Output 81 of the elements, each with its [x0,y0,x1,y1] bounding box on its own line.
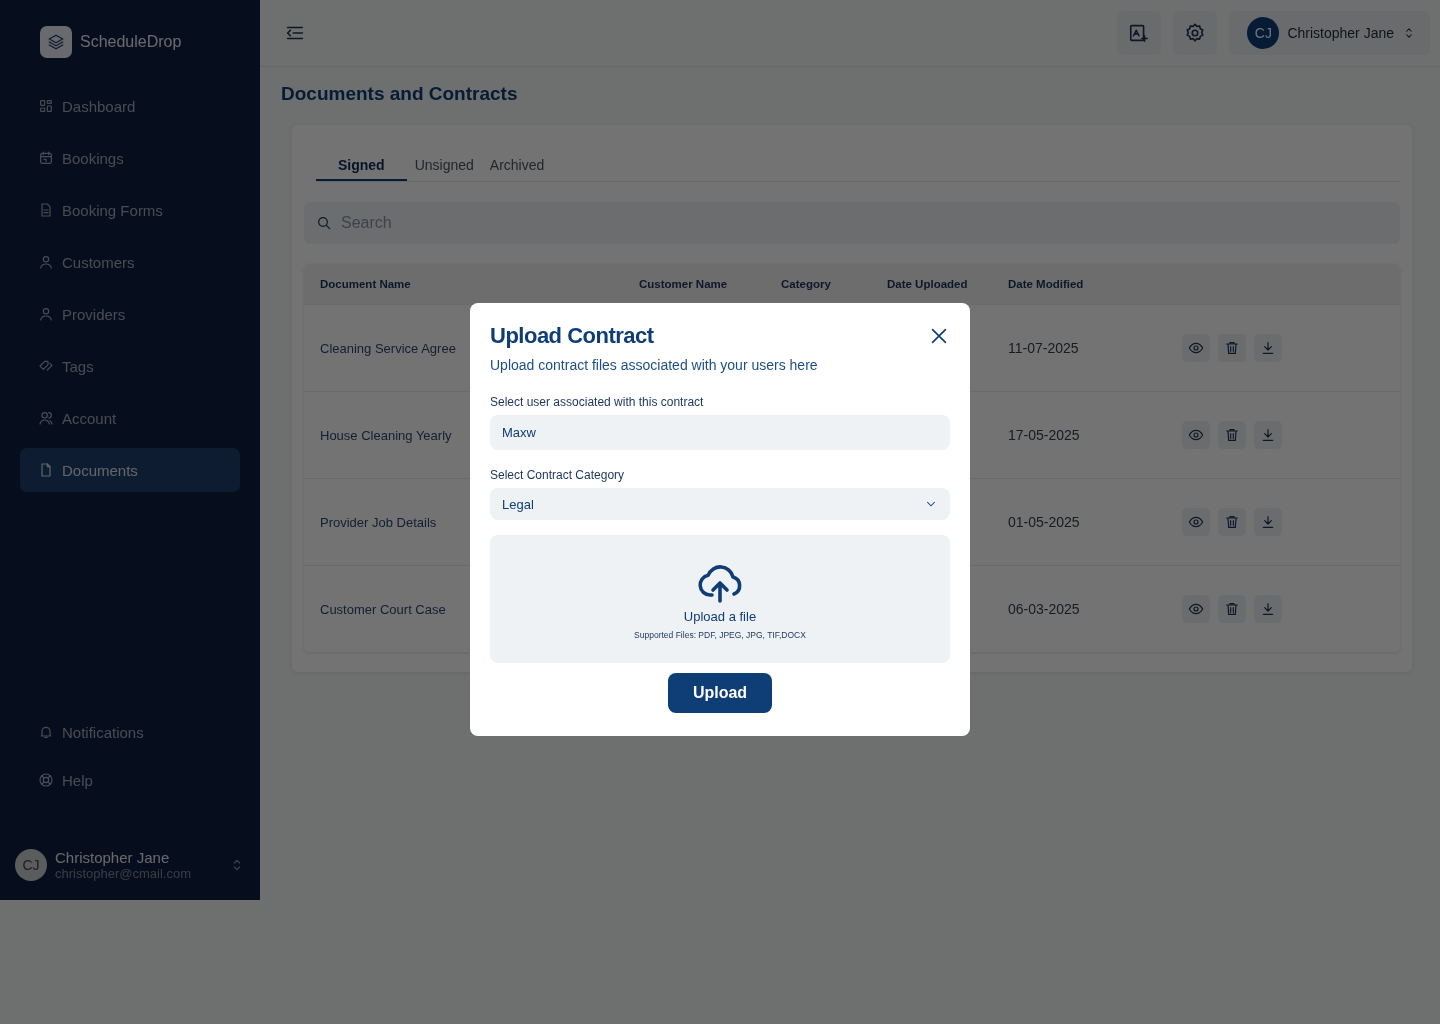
calendar-icon [38,150,54,166]
sidebar-item[interactable]: Bookings [20,136,240,180]
field-label: Select user associated with this contract [490,395,705,409]
download-button[interactable] [1254,334,1282,362]
delete-button[interactable] [1218,508,1246,536]
app-name: ScheduleDrop [80,33,182,51]
eye-icon [1188,514,1204,530]
dialog-title: Upload Contract [490,323,654,349]
user-name: Christopher Jane [1287,25,1394,41]
lifebuoy-icon [38,772,54,788]
delete-button[interactable] [1218,595,1246,623]
sidebar-item[interactable]: Documents [20,448,240,492]
bell-icon [38,724,54,740]
download-button[interactable] [1254,595,1282,623]
sidebar-item[interactable]: Booking Forms [20,188,240,232]
dialog-subtitle: Upload contract files associated with your users here [490,357,819,373]
table-cell-text: 17-05-2025 [1007,427,1081,443]
download-icon [1260,427,1276,443]
trash-icon [1224,340,1240,356]
sidebar-item[interactable]: Dashboard [20,84,240,128]
table-cell: Cleaning Service Agree [320,340,456,356]
file-dropzone[interactable]: Upload a file Supported Files: PDF, JPEG, JPG, TIF,DOCX [490,535,950,663]
sidebar-item[interactable]: Providers [20,292,240,336]
sidebar-item[interactable]: Customers [20,240,240,284]
trash-icon [1224,601,1240,617]
avatar: CJ [15,849,47,881]
page-title: Documents and Contracts [281,83,519,105]
trash-icon [1224,514,1240,530]
image-add-button[interactable] [1117,11,1162,55]
column-header: Date Uploaded [886,278,969,290]
eye-icon [1188,340,1204,356]
tab[interactable]: Unsigned [406,149,482,181]
delete-button[interactable] [1218,334,1246,362]
user-icon [38,306,54,322]
grid-icon [38,98,54,114]
file-icon [38,462,54,478]
user-name: Christopher Jane [55,849,171,866]
table-cell-text: 11-07-2025 [1007,340,1080,356]
document-icon [38,202,54,218]
tags-icon [38,358,54,374]
user-icon [38,254,54,270]
field-label: Select Contract Category [490,468,626,482]
tab[interactable]: Signed [316,149,407,181]
category-dropdown[interactable]: Legal [490,488,950,520]
column-header: Category [780,278,832,290]
view-button[interactable] [1182,421,1210,449]
image-plus-icon [1128,22,1151,44]
column-header: Customer Name [638,278,729,290]
table-cell-text: 06-03-2025 [1007,601,1081,617]
settings-button[interactable] [1173,11,1218,55]
table-cell-text: 01-05-2025 [1007,514,1081,530]
avatar: CJ [1247,17,1280,49]
sidebar-item[interactable]: Help [20,758,240,802]
download-button[interactable] [1254,421,1282,449]
sidebar-item[interactable]: Tags [20,344,240,388]
column-header: Document Name [319,278,412,290]
download-icon [1260,601,1276,617]
download-button[interactable] [1254,508,1282,536]
user-input-field[interactable]: Maxw [490,415,950,450]
trash-icon [1224,427,1240,443]
users-icon [38,410,54,426]
table-cell: Customer Court Case [320,601,446,617]
view-button[interactable] [1182,595,1210,623]
upload-button[interactable]: Upload [668,673,772,713]
delete-button[interactable] [1218,421,1246,449]
table-cell: House Cleaning Yearly [320,427,452,443]
eye-icon [1188,427,1204,443]
supported-files-note: Supported Files: PDF, JPEG, JPG, TIF,DOCX [634,629,806,640]
table-cell: Provider Job Details [320,514,437,530]
tab[interactable]: Archived [481,149,553,181]
logo-icon [40,26,72,58]
dropzone-title: Upload a file [683,608,757,624]
column-header: Date Modified [1007,278,1085,290]
eye-icon [1188,601,1204,617]
user-menu-button[interactable]: CJ Christopher Jane [1229,11,1430,55]
sidebar-item[interactable]: Notifications [20,710,240,754]
view-button[interactable] [1182,334,1210,362]
view-button[interactable] [1182,508,1210,536]
download-icon [1260,514,1276,530]
sidebar-item[interactable]: Account [20,396,240,440]
download-icon [1260,340,1276,356]
